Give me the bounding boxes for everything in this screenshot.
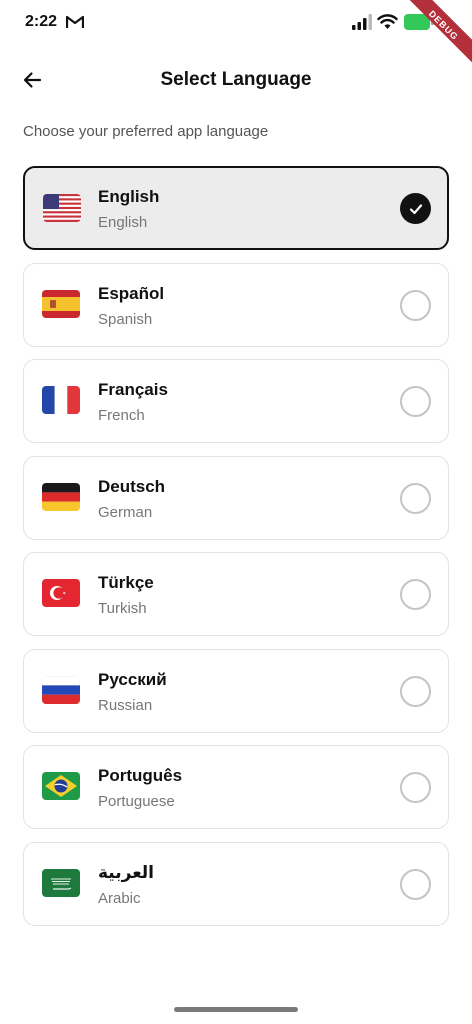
page-title: Select Language bbox=[160, 69, 312, 90]
gmail-icon bbox=[66, 15, 84, 28]
language-native-name: Deutsch bbox=[98, 476, 166, 496]
status-time: 2:22 bbox=[25, 13, 58, 30]
language-option-arabic[interactable]: العربية Arabic bbox=[23, 841, 449, 926]
language-option-turkish[interactable]: Türkçe Turkish bbox=[23, 552, 449, 636]
radio-unselected-icon bbox=[400, 772, 431, 803]
language-english-name: Spanish bbox=[98, 310, 153, 328]
radio-unselected-icon bbox=[400, 579, 431, 610]
language-english-name: English bbox=[98, 214, 148, 231]
language-english-name: Turkish bbox=[98, 600, 147, 617]
language-english-name: Portuguese bbox=[98, 793, 175, 810]
us-flag-icon bbox=[43, 194, 81, 222]
language-native-name: Français bbox=[98, 380, 168, 399]
language-english-name: Russian bbox=[98, 696, 153, 714]
radio-unselected-icon bbox=[400, 386, 431, 417]
language-option-russian[interactable]: Русский Russian bbox=[23, 648, 449, 733]
language-native-name: English bbox=[98, 187, 160, 206]
debug-banner-label: DEBUG bbox=[426, 8, 461, 43]
language-option-english[interactable]: English English bbox=[23, 166, 449, 250]
radio-unselected-icon bbox=[400, 482, 431, 514]
language-native-name: Português bbox=[98, 766, 183, 785]
wifi-icon bbox=[377, 14, 398, 29]
language-native-name: العربية bbox=[98, 862, 155, 882]
turkey-flag-icon bbox=[42, 579, 80, 607]
language-native-name: Türkçe bbox=[98, 573, 154, 592]
home-indicator[interactable] bbox=[174, 1007, 298, 1012]
language-option-spanish[interactable]: Español Spanish bbox=[23, 262, 449, 347]
language-option-portuguese[interactable]: Português Portuguese bbox=[23, 745, 449, 829]
russia-flag-icon bbox=[42, 675, 80, 704]
germany-flag-icon bbox=[42, 482, 80, 511]
checkmark-selected-icon bbox=[400, 193, 431, 224]
language-english-name: German bbox=[98, 503, 153, 521]
radio-unselected-icon bbox=[400, 289, 431, 321]
language-native-name: Русский bbox=[98, 669, 167, 689]
page-subtitle: Choose your preferred app language bbox=[23, 123, 269, 140]
language-english-name: Arabic bbox=[98, 889, 141, 907]
language-option-german[interactable]: Deutsch German bbox=[23, 455, 449, 540]
radio-unselected-icon bbox=[400, 675, 431, 707]
spain-flag-icon bbox=[42, 289, 80, 318]
saudi-arabia-flag-icon bbox=[42, 868, 80, 897]
radio-unselected-icon bbox=[400, 868, 431, 900]
cellular-signal-icon bbox=[352, 14, 372, 30]
language-native-name: Español bbox=[98, 283, 165, 303]
brazil-flag-icon bbox=[42, 772, 80, 800]
france-flag-icon bbox=[42, 386, 80, 414]
app-bar: Select Language bbox=[0, 58, 472, 102]
language-list: English English Español Spanish Français… bbox=[23, 166, 449, 938]
language-option-french[interactable]: Français French bbox=[23, 359, 449, 443]
language-english-name: French bbox=[98, 407, 145, 424]
